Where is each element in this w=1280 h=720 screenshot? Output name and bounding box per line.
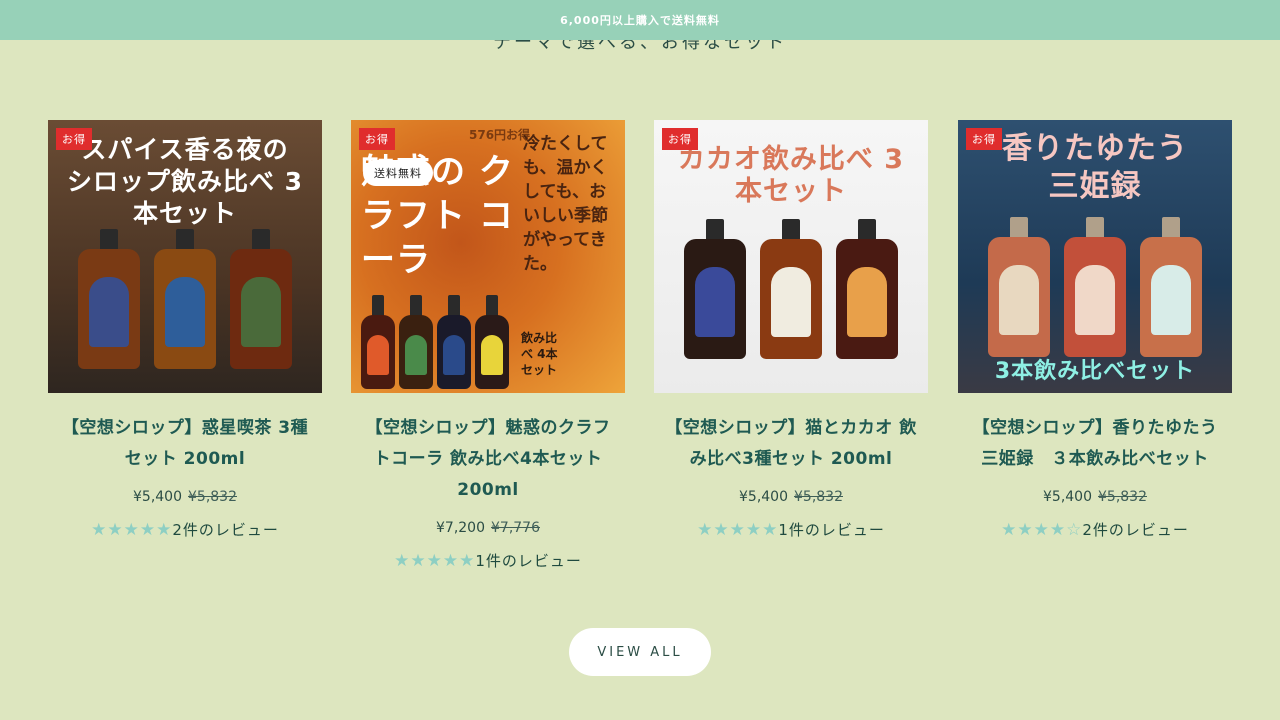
review-count: 2件のレビュー <box>172 521 279 539</box>
sale-badge: お得 <box>56 128 92 150</box>
price-row: ¥5,400 ¥5,832 <box>654 489 928 505</box>
bottle-illustration <box>48 219 322 369</box>
bottle-illustration <box>351 289 625 389</box>
product-title[interactable]: 【空想シロップ】猫とカカオ 飲み比べ3種セット 200ml <box>654 413 928 475</box>
compare-price: ¥5,832 <box>794 489 843 505</box>
product-image[interactable]: お得 スパイス香る夜の シロップ飲み比べ 3本セット <box>48 120 322 393</box>
bottle-illustration <box>958 207 1232 357</box>
compare-price: ¥5,832 <box>1098 489 1147 505</box>
rating-row: ★★★★★1件のレビュー <box>654 519 928 540</box>
product-title[interactable]: 【空想シロップ】魅惑のクラフトコーラ 飲み比べ4本セット 200ml <box>351 413 625 506</box>
rating-row: ★★★★☆2件のレビュー <box>958 519 1232 540</box>
product-card[interactable]: お得 カカオ飲み比べ 3本セット 【空想シロップ】猫とカカオ 飲み比べ3種セット… <box>654 120 928 540</box>
sale-price: ¥5,400 <box>1043 489 1092 505</box>
compare-price: ¥7,776 <box>491 520 540 536</box>
product-image[interactable]: お得 送料無料 576円お得 魅惑の クラフト コーラ 冷たくしても、温かくして… <box>351 120 625 393</box>
review-count: 1件のレビュー <box>475 552 582 570</box>
sale-price: ¥5,400 <box>739 489 788 505</box>
sale-badge: お得 <box>966 128 1002 150</box>
product-title[interactable]: 【空想シロップ】惑星喫茶 3種セット 200ml <box>48 413 322 475</box>
sale-price: ¥7,200 <box>436 520 485 536</box>
product-image[interactable]: お得 カカオ飲み比べ 3本セット <box>654 120 928 393</box>
bottle-illustration <box>654 209 928 359</box>
set-count-text: 飲み比べ 4本 セット <box>521 331 558 377</box>
sale-badge: お得 <box>359 128 395 150</box>
free-shipping-badge: 送料無料 <box>363 160 433 186</box>
sale-price: ¥5,400 <box>133 489 182 505</box>
compare-price: ¥5,832 <box>188 489 237 505</box>
price-row: ¥5,400 ¥5,832 <box>958 489 1232 505</box>
star-rating-icon: ★★★★★ <box>91 520 173 540</box>
announcement-bar: 6,000円以上購入で送料無料 <box>0 0 1280 40</box>
image-overlay-text: カカオ飲み比べ 3本セット <box>677 144 905 207</box>
image-side-text: 冷たくしても、温かくしても、おいしい季節がやってきた。 <box>523 134 608 274</box>
product-title[interactable]: 【空想シロップ】香りたゆたう三姫録 ３本飲み比べセット <box>958 413 1232 475</box>
star-rating-icon: ★★★★★ <box>697 520 779 540</box>
discount-tag: 576円お得 <box>469 128 531 142</box>
product-image[interactable]: お得 香りたゆたう 三姫録 3本飲み比べセット <box>958 120 1232 393</box>
view-all-button[interactable]: VIEW ALL <box>569 628 711 676</box>
review-count: 2件のレビュー <box>1082 521 1189 539</box>
price-row: ¥5,400 ¥5,832 <box>48 489 322 505</box>
product-card[interactable]: お得 スパイス香る夜の シロップ飲み比べ 3本セット 【空想シロップ】惑星喫茶 … <box>48 120 322 540</box>
image-bottom-text: 3本飲み比べセット <box>994 359 1196 384</box>
star-rating-icon: ★★★★★ <box>394 551 476 571</box>
review-count: 1件のレビュー <box>778 521 885 539</box>
sale-badge: お得 <box>662 128 698 150</box>
star-rating-icon: ★★★★☆ <box>1001 520 1083 540</box>
product-grid: お得 スパイス香る夜の シロップ飲み比べ 3本セット 【空想シロップ】惑星喫茶 … <box>48 120 1232 590</box>
price-row: ¥7,200 ¥7,776 <box>351 520 625 536</box>
rating-row: ★★★★★1件のレビュー <box>351 550 625 571</box>
product-card[interactable]: お得 香りたゆたう 三姫録 3本飲み比べセット 【空想シロップ】香りたゆたう三姫… <box>958 120 1232 540</box>
rating-row: ★★★★★2件のレビュー <box>48 519 322 540</box>
product-card[interactable]: お得 送料無料 576円お得 魅惑の クラフト コーラ 冷たくしても、温かくして… <box>351 120 625 571</box>
